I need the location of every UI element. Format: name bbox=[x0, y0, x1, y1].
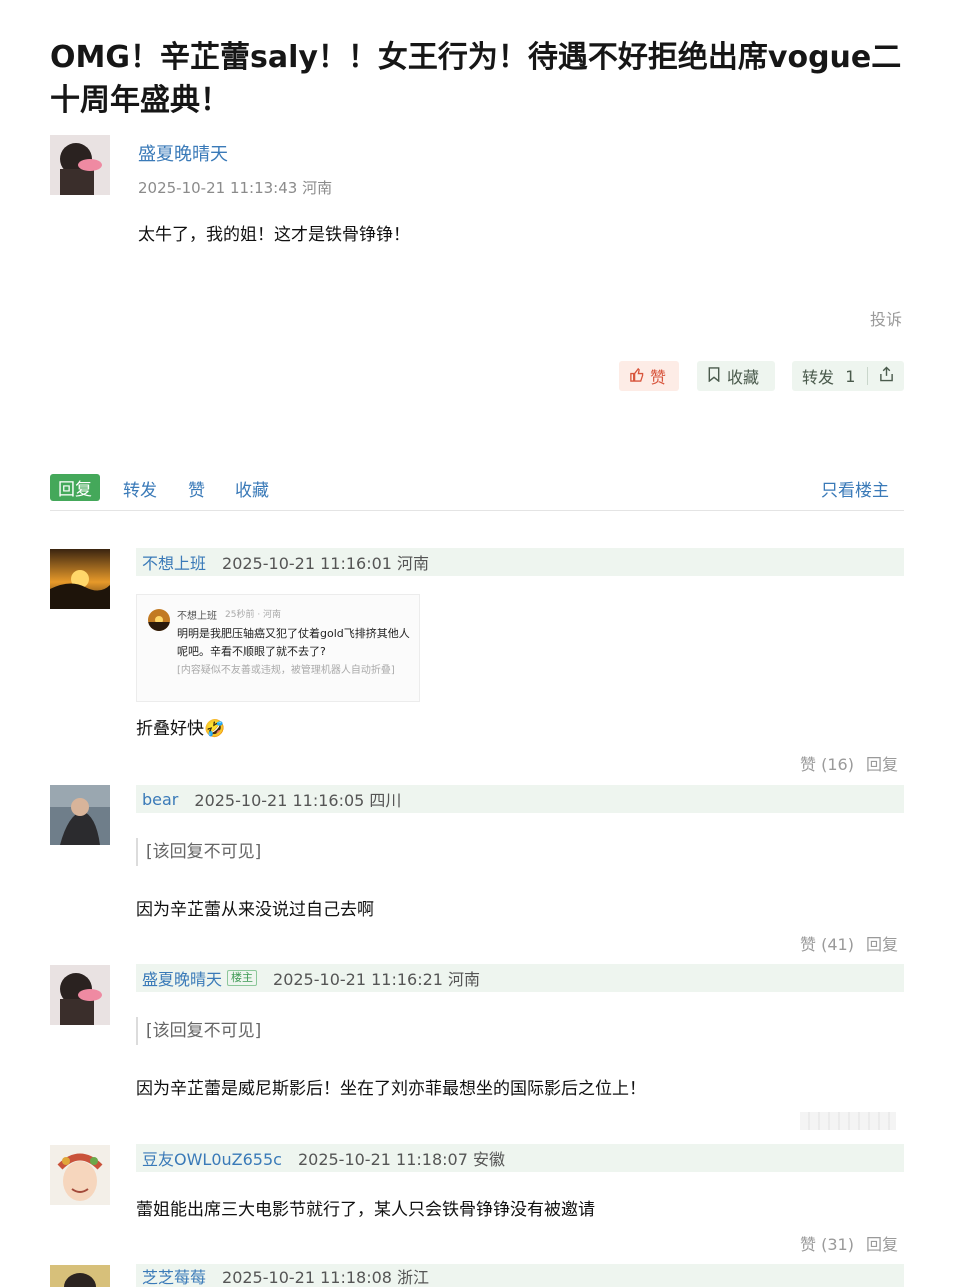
comment-reply-button[interactable]: 回复 bbox=[866, 755, 898, 774]
author-avatar[interactable] bbox=[50, 135, 110, 195]
hidden-reply-quote: [该回复不可见] bbox=[136, 1017, 261, 1045]
snapshot-text: 明明是我肥压轴癌又犯了仗着gold飞排挤其他人呢吧。辛看不顺眼了就不去了? bbox=[177, 627, 410, 658]
divider bbox=[50, 510, 904, 511]
comment-username[interactable]: bear bbox=[142, 790, 178, 809]
comment-time: 2025-10-21 11:16:01 河南 bbox=[222, 554, 430, 573]
report-link[interactable]: 投诉 bbox=[870, 306, 902, 330]
avatar[interactable] bbox=[50, 1265, 110, 1287]
hidden-reply-quote: [该回复不可见] bbox=[136, 838, 261, 866]
comment-actions: 赞 (16) 回复 bbox=[800, 751, 898, 775]
comment-text: 因为辛芷蕾是威尼斯影后！坐在了刘亦菲最想坐的国际影后之位上！ bbox=[136, 1079, 646, 1099]
comment-header: 豆友OWL0uZ655c 2025-10-21 11:18:07 安徽 bbox=[136, 1144, 904, 1172]
avatar[interactable] bbox=[50, 785, 110, 845]
comment-username[interactable]: 盛夏晚晴天 bbox=[142, 966, 222, 990]
share-label: 转发 bbox=[802, 368, 835, 387]
tab-favorite[interactable]: 收藏 bbox=[235, 476, 269, 501]
divider bbox=[866, 367, 868, 385]
comment-time: 2025-10-21 11:16:05 四川 bbox=[194, 791, 402, 810]
author-name[interactable]: 盛夏晚晴天 bbox=[138, 140, 228, 166]
post-title: OMG！辛芷蕾saly！！女王行为！待遇不好拒绝出席vogue二十周年盛典！ bbox=[50, 40, 902, 118]
comment-text: 蕾姐能出席三大电影节就行了，某人只会铁骨铮铮没有被邀请 bbox=[136, 1200, 595, 1220]
like-label: 赞 bbox=[650, 368, 667, 387]
quoted-screenshot: 不想上班 25秒前 · 河南 明明是我肥压轴癌又犯了仗着gold飞排挤其他人呢吧… bbox=[136, 594, 420, 702]
like-button[interactable]: 赞 bbox=[619, 361, 679, 391]
comment-like-button[interactable]: 赞 (31) bbox=[800, 1235, 854, 1254]
comment-username[interactable]: 不想上班 bbox=[142, 550, 206, 574]
tab-reply[interactable]: 回复 bbox=[50, 474, 100, 501]
comment-reply-button[interactable]: 回复 bbox=[866, 935, 898, 954]
op-badge: 楼主 bbox=[227, 970, 258, 986]
bookmark-icon bbox=[707, 366, 721, 386]
comment-header: 芝芝莓莓 2025-10-21 11:18:08 浙江 bbox=[136, 1264, 904, 1287]
op-only-link[interactable]: 只看楼主 bbox=[821, 476, 889, 501]
share-count: 1 bbox=[845, 366, 856, 386]
comment-header: bear 2025-10-21 11:16:05 四川 bbox=[136, 785, 904, 813]
comment-header: 盛夏晚晴天 楼主 2025-10-21 11:16:21 河南 bbox=[136, 964, 904, 992]
comment-time: 2025-10-21 11:18:08 浙江 bbox=[222, 1267, 430, 1287]
comment-header: 不想上班 2025-10-21 11:16:01 河南 bbox=[136, 548, 904, 576]
snapshot-username: 不想上班 bbox=[177, 611, 217, 622]
comment-time: 2025-10-21 11:16:21 河南 bbox=[273, 970, 481, 989]
comment-tabbar: 回复 转发 赞 收藏 只看楼主 bbox=[50, 474, 904, 502]
tab-repost[interactable]: 转发 bbox=[123, 476, 157, 501]
comment-like-button[interactable]: 赞 (41) bbox=[800, 935, 854, 954]
snapshot-fold-note: [内容疑似不友善或违规，被管理机器人自动折叠] bbox=[177, 665, 395, 676]
comment-actions: 赞 (31) 回复 bbox=[800, 1231, 898, 1255]
avatar[interactable] bbox=[50, 1145, 110, 1205]
avatar[interactable] bbox=[50, 965, 110, 1025]
comment-like-button[interactable]: 赞 (16) bbox=[800, 755, 854, 774]
favorite-label: 收藏 bbox=[727, 368, 760, 387]
post-content: 太牛了，我的姐！这才是铁骨铮铮！ bbox=[138, 225, 410, 245]
comment-reply-button[interactable]: 回复 bbox=[866, 1235, 898, 1254]
comment-text: 折叠好快🤣 bbox=[136, 719, 226, 739]
tab-like[interactable]: 赞 bbox=[188, 476, 205, 501]
post-meta: 2025-10-21 11:13:43 河南 bbox=[138, 179, 333, 197]
comment-actions bbox=[800, 1112, 896, 1130]
comment-username[interactable]: 豆友OWL0uZ655c bbox=[142, 1146, 282, 1170]
favorite-button[interactable]: 收藏 bbox=[697, 361, 775, 391]
comment-text: 因为辛芷蕾从来没说过自己去啊 bbox=[136, 900, 374, 920]
snapshot-meta: 25秒前 · 河南 bbox=[225, 610, 282, 620]
share-button[interactable]: 转发 1 bbox=[792, 361, 904, 391]
share-icon[interactable] bbox=[879, 366, 894, 386]
avatar bbox=[148, 609, 170, 631]
comment-time: 2025-10-21 11:18:07 安徽 bbox=[297, 1150, 505, 1169]
comment-actions: 赞 (41) 回复 bbox=[800, 931, 898, 955]
thumbs-up-icon bbox=[629, 367, 644, 386]
avatar[interactable] bbox=[50, 549, 110, 609]
comment-username[interactable]: 芝芝莓莓 bbox=[142, 1264, 206, 1288]
